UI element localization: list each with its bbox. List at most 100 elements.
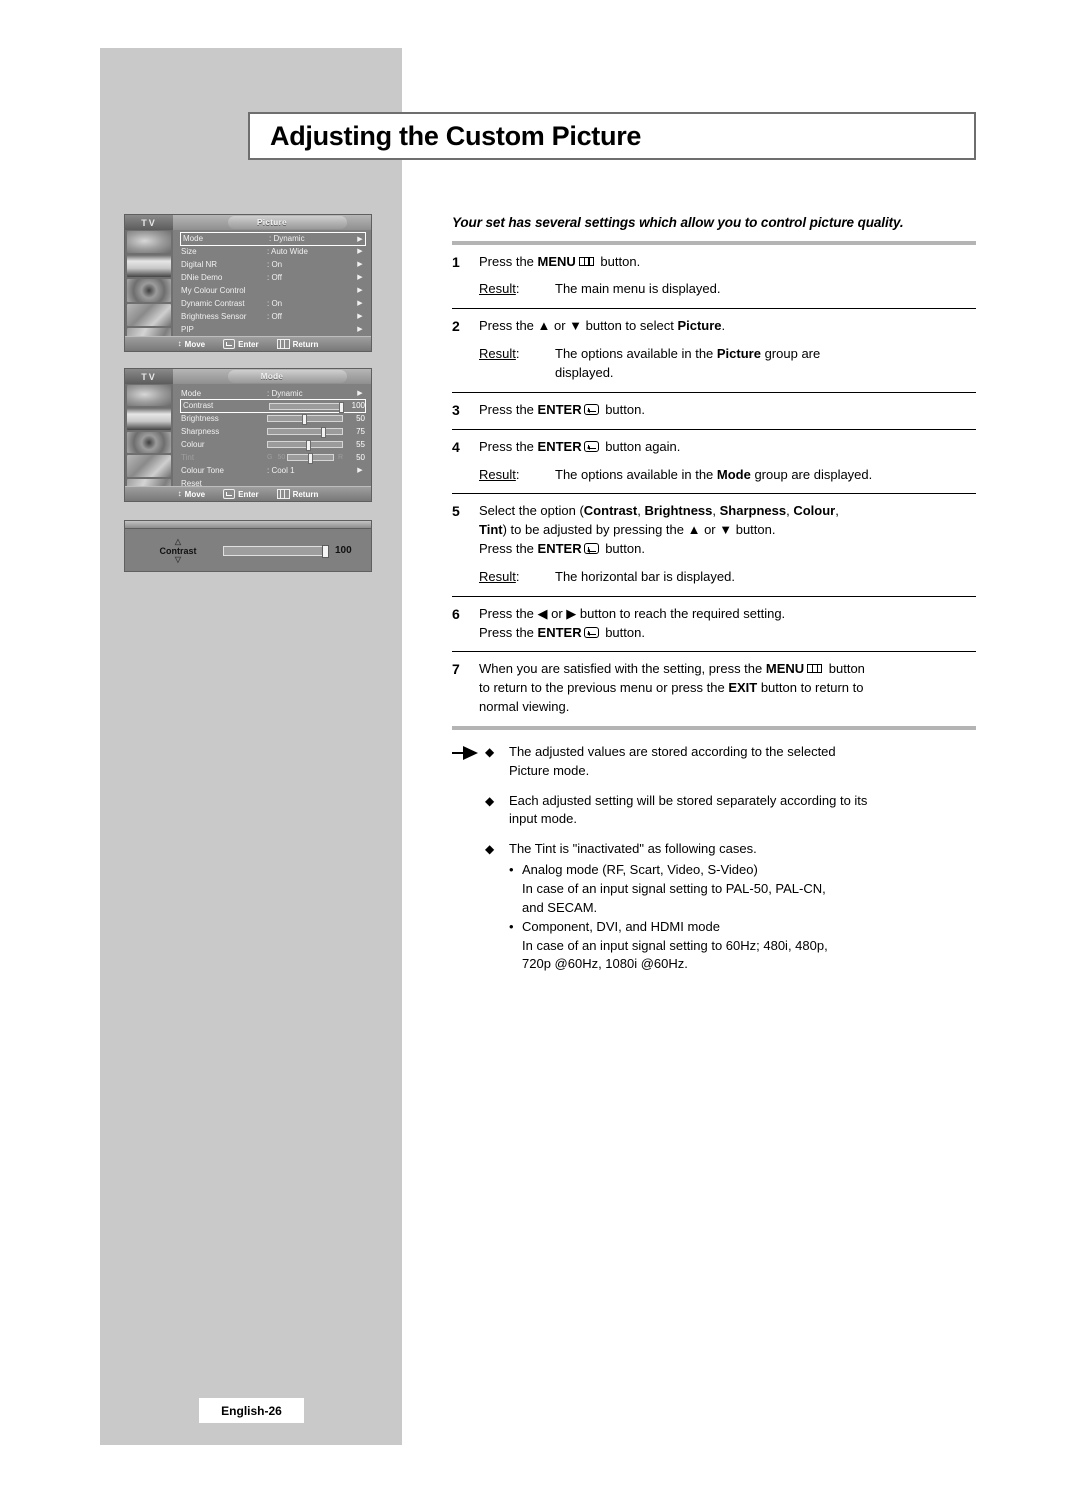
body-text: button xyxy=(825,661,865,677)
menu-row-slider[interactable] xyxy=(269,401,347,413)
result-label: Result: xyxy=(479,568,520,584)
emphasis-text: EXIT xyxy=(728,680,758,696)
note-item: ◆ Each adjusted setting will be stored se… xyxy=(485,792,976,830)
chevron-right-icon: ▶ xyxy=(357,287,363,294)
popup-slider-track[interactable] xyxy=(223,544,329,558)
slider-track[interactable] xyxy=(267,414,343,425)
menu-row[interactable]: Dynamic Contrast: On ▶ xyxy=(181,297,365,310)
slider-knob[interactable] xyxy=(307,453,313,464)
step-item: 4 Press the ENTER button again. Result: The… xyxy=(452,430,976,494)
step-body: Press the ▲ or ▼ button to select Pictur… xyxy=(479,317,976,383)
step-body: Press the ENTER button. xyxy=(479,401,976,420)
menu-row[interactable]: PIP ▶ xyxy=(181,323,365,336)
body-text: Press the xyxy=(479,438,538,454)
emphasis-text: MENU xyxy=(537,253,576,269)
result-line: displayed. xyxy=(555,364,976,383)
step-number: 3 xyxy=(452,401,460,418)
menu-row[interactable]: Mode: Dynamic ▶ xyxy=(180,232,366,246)
note-arrow-icon xyxy=(452,745,478,760)
channel-icon xyxy=(127,455,171,477)
emphasis-text: ENTER xyxy=(537,541,582,557)
slider-track[interactable] xyxy=(267,427,343,438)
body-text: to return to the previous menu or press … xyxy=(479,680,729,696)
menu-row-slider[interactable] xyxy=(267,440,347,451)
result-label-text: Result xyxy=(479,568,516,584)
menu-row-value: : Dynamic xyxy=(267,388,303,398)
step-item: 7 When you are satisfied with the setting… xyxy=(452,652,976,726)
up-triangle-icon: △ xyxy=(174,536,182,546)
emphasis-text: Colour xyxy=(793,503,836,519)
step-line: Tint) to be adjusted by pressing the ▲ o… xyxy=(479,521,976,540)
chevron-right-icon: ▶ xyxy=(357,235,363,243)
body-text: normal viewing. xyxy=(479,699,570,715)
body-text: Press the xyxy=(479,541,538,557)
menu-row[interactable]: Digital NR: On ▶ xyxy=(181,258,365,271)
popup-topbar xyxy=(125,521,371,529)
result-label-text: Result xyxy=(479,281,516,297)
step-line: normal viewing. xyxy=(479,698,976,717)
enter-button-icon xyxy=(583,440,599,452)
body-text: Select the option ( xyxy=(479,503,584,519)
step-number: 7 xyxy=(452,661,460,678)
step-item: 6 Press the ◀ or ▶ button to reach the re… xyxy=(452,597,976,652)
result-label: Result: xyxy=(479,281,520,297)
enter-button-icon xyxy=(583,403,599,415)
menu-row[interactable]: Sharpness 75 xyxy=(181,425,365,438)
chevron-right-icon: ▶ xyxy=(357,274,363,281)
tint-slider[interactable] xyxy=(287,453,338,464)
menu-row[interactable]: Tint G 50 R 50 xyxy=(181,451,365,464)
menu-footer-bar: ↕ Move Enter Return xyxy=(125,486,371,501)
menu-row[interactable]: My Colour Control ▶ xyxy=(181,284,365,297)
diamond-bullet-icon: ◆ xyxy=(485,842,495,857)
slider-knob[interactable] xyxy=(302,414,307,425)
menu-row[interactable]: Mode: Dynamic ▶ xyxy=(181,387,365,400)
menu-row-label: Dynamic Contrast xyxy=(181,298,245,308)
result-label: Result: xyxy=(479,346,520,362)
lead-paragraph: Your set has several settings which allo… xyxy=(452,215,904,230)
body-text: Press the xyxy=(479,624,538,640)
menu-row[interactable]: Size: Auto Wide ▶ xyxy=(181,245,365,258)
menu-body: Mode: Dynamic ▶ Size: Auto Wide ▶ Digital NR… xyxy=(125,230,371,351)
slider-track[interactable] xyxy=(287,453,334,464)
result-label-text: Result xyxy=(479,466,516,482)
menu-row[interactable]: Brightness Sensor: Off ▶ xyxy=(181,310,365,323)
menu-row[interactable]: Colour Tone: Cool 1 ▶ xyxy=(181,464,365,477)
note-subline: In case of an input signal setting to PA… xyxy=(522,881,826,896)
menu-row-value: : Dynamic xyxy=(269,234,305,243)
slider-knob[interactable] xyxy=(320,427,326,438)
slider-knob[interactable] xyxy=(305,440,311,451)
menu-row[interactable]: DNie Demo: Off ▶ xyxy=(181,271,365,284)
note-line: Each adjusted setting will be stored sep… xyxy=(509,792,868,808)
menu-row-slider[interactable] xyxy=(267,427,347,438)
menu-row[interactable]: Colour 55 xyxy=(181,438,365,451)
step-item: 1 Press the MENU button. Result: The main m… xyxy=(452,245,976,309)
step-line: Press the ENTER button. xyxy=(479,401,976,420)
menu-row-label: Mode xyxy=(181,388,202,398)
popup-slider-knob[interactable] xyxy=(322,544,329,558)
note-subitem: • Component, DVI, and HDMI mode In case of… xyxy=(509,918,976,975)
slider-knob[interactable] xyxy=(339,401,344,413)
result-line: The main menu is displayed. xyxy=(555,280,976,299)
body-text: , xyxy=(712,503,720,519)
menu-row-label: Brightness Sensor xyxy=(181,311,247,321)
step-number: 6 xyxy=(452,605,460,622)
slider-track[interactable] xyxy=(267,440,343,451)
slider-track[interactable] xyxy=(269,401,344,413)
note-subline: Component, DVI, and HDMI mode xyxy=(522,918,720,934)
picture-icon xyxy=(127,255,171,278)
enter-button-icon xyxy=(583,543,599,555)
result-line: The horizontal bar is displayed. xyxy=(555,568,976,587)
instructions-content: Your set has several settings which allo… xyxy=(452,214,976,985)
note-item: ◆ The Tint is "inactivated" as following … xyxy=(485,840,976,974)
menu-row[interactable]: Contrast 100 xyxy=(180,399,366,413)
result-text: The main menu is displayed. xyxy=(555,280,976,299)
step-line: Press the ENTER button. xyxy=(479,540,976,559)
menu-icon-column xyxy=(125,230,173,351)
menu-row-slider[interactable] xyxy=(267,414,347,425)
menu-row-label: Colour xyxy=(181,439,205,449)
body-text: The horizontal bar is displayed. xyxy=(555,568,735,584)
chevron-right-icon: ▶ xyxy=(357,326,363,333)
note-subtext: Analog mode (RF, Scart, Video, S-Video) I… xyxy=(522,861,976,918)
note-text: The Tint is "inactivated" as following c… xyxy=(509,840,976,974)
menu-row[interactable]: Brightness 50 xyxy=(181,412,365,425)
